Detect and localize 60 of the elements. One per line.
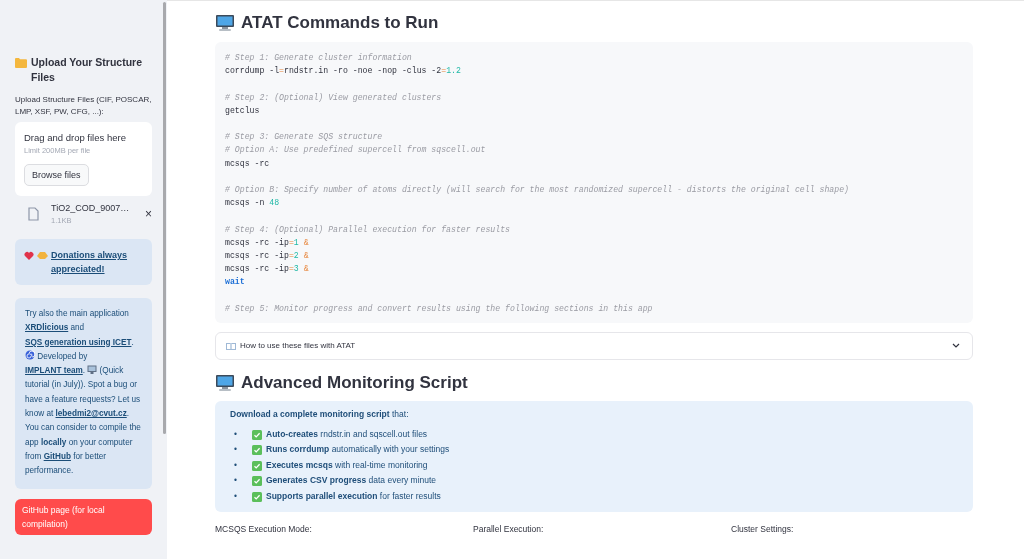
info-intro: Download a complete monitoring script that: <box>230 409 409 419</box>
code-line: mcsqs -rc -ip=2 & <box>225 250 310 262</box>
feature-item: Runs corrdump automatically with your settings <box>266 443 450 457</box>
checkmark-icon <box>252 429 262 440</box>
settings-label: Parallel Execution: <box>473 524 545 535</box>
bullet: • <box>234 490 238 503</box>
checkmark-icon <box>252 476 262 487</box>
code-comment: # Step 2: (Optional) View generated clusters <box>225 91 443 104</box>
monitor-icon <box>215 374 235 392</box>
info-paragraph: Try also the main application XRDlicious and SQS generation using ICET. Developed by IMPLANT team. (Quick tutorial (in July)). Spot a bug or have a feature requests? Let us know at lebedmi2@cvut.cz. You can consider to compile the app locally on your computer from GitHub for better performance. <box>25 308 142 478</box>
section-heading: Advanced Monitoring Script <box>241 373 468 393</box>
code-line: getclus <box>225 104 261 117</box>
code-line: mcsqs -rc <box>225 157 271 170</box>
code-comment: # Step 5: Monitor progress and convert results using the following sections in this app <box>225 302 654 315</box>
info-link[interactable]: lebedmi2@cvut.cz <box>55 409 127 419</box>
heart-icon <box>24 251 34 260</box>
code-line: wait <box>225 276 246 289</box>
checkmark-icon <box>252 491 262 502</box>
bullet: • <box>234 443 238 457</box>
checkmark-icon <box>252 445 262 456</box>
scrollbar-thumb[interactable] <box>163 2 166 434</box>
chevron-icon <box>952 343 960 349</box>
section-heading: ATAT Commands to Run <box>241 13 439 33</box>
settings-label: Cluster Settings: <box>731 524 795 535</box>
sidebar-heading: Upload Your Structure Files <box>31 55 144 85</box>
code-line: corrdump -l=rndstr.in -ro -noe -nop -clus -2=1.2 <box>225 65 462 78</box>
info-link[interactable]: IMPLANT team <box>25 366 83 376</box>
code-comment: # Step 4: (Optional) Parallel execution for faster results <box>225 223 511 236</box>
info-link[interactable]: XRDlicious <box>25 323 69 333</box>
bullet: • <box>234 474 238 488</box>
dropzone-title: Drag and drop files here <box>24 132 126 143</box>
folder-icon <box>15 57 27 68</box>
feature-item: Generates CSV progress data every minute <box>266 474 437 488</box>
feature-item: Supports parallel execution for faster results <box>266 490 441 503</box>
monitor-icon <box>215 14 235 32</box>
upload-label: Upload Structure Files (CIF, POSCAR, LMP, XSF, PW, CFG, ...): <box>15 94 152 118</box>
screen-icon <box>87 365 98 375</box>
browse-files-button[interactable]: Browse files <box>24 164 89 186</box>
bullet: • <box>234 459 238 472</box>
remove-file-button[interactable]: × <box>145 207 152 221</box>
code-line: mcsqs -rc -ip=3 & <box>225 263 310 276</box>
file-icon <box>28 207 39 221</box>
code-comment: # Option A: Use predefined supercell from sqscell.out <box>225 144 487 157</box>
code-comment: # Option B: Specify number of atoms directly (will search for the most randomized supercell - distorts the original cell shape) <box>225 184 850 196</box>
code-comment: # Step 3: Generate SQS structure <box>225 131 384 144</box>
donation-link[interactable]: Donations always appreciated! <box>51 248 143 276</box>
bullet: • <box>234 428 238 441</box>
checkmark-icon <box>252 460 262 471</box>
feature-item: Auto-creates rndstr.in and sqscell.out files <box>266 428 428 441</box>
code-comment: # Step 1: Generate cluster information <box>225 52 413 64</box>
code-line: mcsqs -n 48 <box>225 197 281 210</box>
info-link[interactable]: SQS generation using ICET <box>25 337 132 347</box>
settings-label: MCSQS Execution Mode: <box>215 524 313 535</box>
code-line: mcsqs -rc -ip=1 & <box>225 236 310 249</box>
spiral-icon <box>25 349 35 360</box>
file-name: TiO2_COD_9007… <box>51 203 131 213</box>
book-icon <box>226 342 236 350</box>
expander-header[interactable]: How to use these files with ATAT <box>215 332 973 360</box>
info-link[interactable]: GitHub <box>43 451 71 461</box>
feature-item: Executes mcsqs with real-time monitoring <box>266 459 428 472</box>
